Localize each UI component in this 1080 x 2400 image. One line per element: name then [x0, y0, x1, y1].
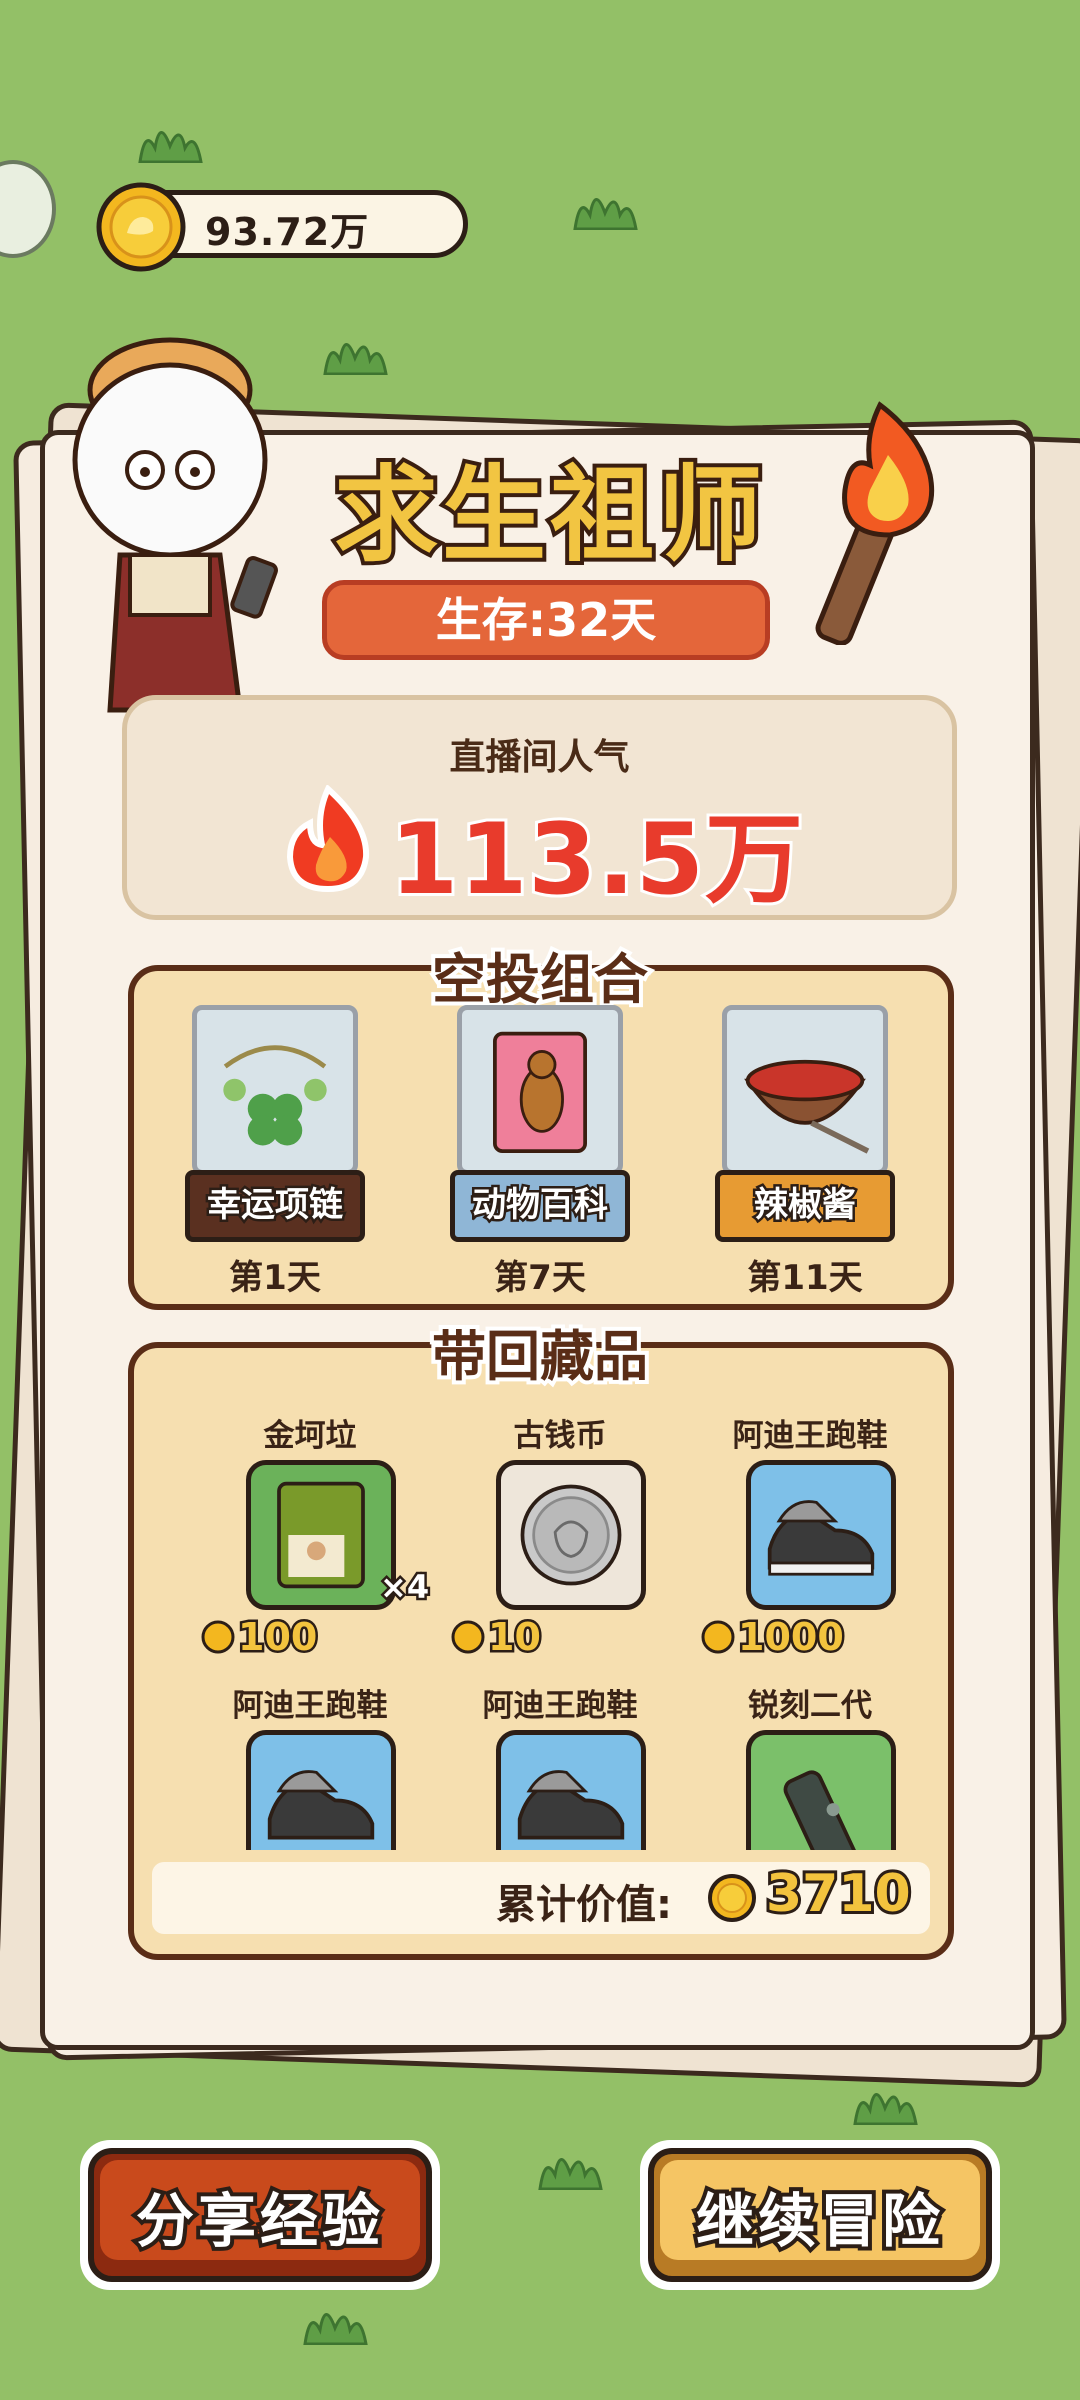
airdrop-title: 空投组合: [428, 944, 652, 1015]
grass-decoration: [850, 2080, 920, 2126]
animal-encyclopedia-icon: [493, 1031, 587, 1153]
torch-icon: [815, 401, 935, 645]
collectible-quantity: ×4: [377, 1566, 431, 1609]
e-cigarette-icon: [783, 1770, 859, 1850]
collectible-name: 锐刻二代: [748, 1688, 872, 1724]
gold-coin-icon: [708, 1874, 756, 1922]
collectible-price: 1000: [700, 1613, 847, 1662]
total-value-label: 累计价值:: [496, 1882, 672, 1928]
collectible-price-value: 10: [486, 1613, 544, 1662]
flame-icon: [286, 785, 370, 893]
chili-sauce-bowl-icon: [744, 1059, 870, 1154]
share-experience-button[interactable]: 分享经验: [80, 2140, 440, 2290]
airdrop-item-day: 第7天: [494, 1258, 586, 1298]
ancient-coin-icon: [520, 1484, 622, 1586]
gold-coin-icon: [451, 1620, 485, 1654]
airdrop-item-day: 第1天: [229, 1258, 321, 1298]
grass-decoration: [535, 2145, 605, 2191]
gold-coin-icon: [701, 1620, 735, 1654]
popularity-value: 113.5万: [387, 800, 806, 920]
clover-necklace-icon: [223, 1045, 327, 1146]
currency-amount: 93.72万: [205, 210, 370, 254]
menu-button[interactable]: [0, 160, 56, 258]
continue-adventure-label: 继续冒险: [692, 2183, 944, 2259]
grass-decoration: [320, 330, 390, 376]
collectible-price-value: 100: [235, 1613, 319, 1662]
character-portrait: [72, 337, 278, 750]
fertilizer-bag-icon: [277, 1481, 365, 1589]
sneaker-icon: [517, 1770, 625, 1840]
airdrop-item-name: 幸运项链: [185, 1170, 365, 1242]
share-experience-label: 分享经验: [132, 2183, 384, 2259]
sneaker-icon: [767, 1500, 875, 1576]
collectibles-grid[interactable]: 金坷垃 ×4 100 古钱币 10 阿迪王跑鞋 1000 阿迪王跑鞋 阿迪王跑鞋…: [134, 1400, 948, 1850]
collectible-price-value: 1000: [736, 1613, 847, 1662]
airdrop-item-name: 动物百科: [450, 1170, 630, 1242]
collectible-name: 阿迪王跑鞋: [732, 1418, 888, 1454]
gold-coin-icon: [201, 1620, 235, 1654]
collectible-name: 阿迪王跑鞋: [482, 1688, 638, 1724]
collectible-name: 古钱币: [513, 1418, 607, 1454]
collectibles-title: 带回藏品: [428, 1321, 652, 1392]
collectible-price: 100: [200, 1613, 320, 1662]
continue-adventure-button[interactable]: 继续冒险: [640, 2140, 1000, 2290]
grass-decoration: [135, 118, 205, 164]
airdrop-item-name: 辣椒酱: [715, 1170, 895, 1242]
collectible-name: 阿迪王跑鞋: [232, 1688, 388, 1724]
grass-decoration: [570, 185, 640, 231]
popularity-label: 直播间人气: [449, 737, 630, 778]
sneaker-icon: [267, 1770, 375, 1840]
airdrop-item-day: 第11天: [747, 1258, 863, 1298]
survival-days-badge: 生存:32天: [322, 580, 770, 660]
page-title: 求生祖师: [330, 450, 766, 580]
collectible-name: 金坷垃: [263, 1418, 357, 1454]
total-value-amount: 3710: [763, 1861, 914, 1927]
collectible-price: 10: [450, 1613, 544, 1662]
survival-days-text: 生存:32天: [435, 593, 657, 647]
currency-balance: 93.72万: [96, 182, 468, 272]
gold-coin-icon: [96, 182, 186, 272]
grass-decoration: [300, 2300, 370, 2346]
